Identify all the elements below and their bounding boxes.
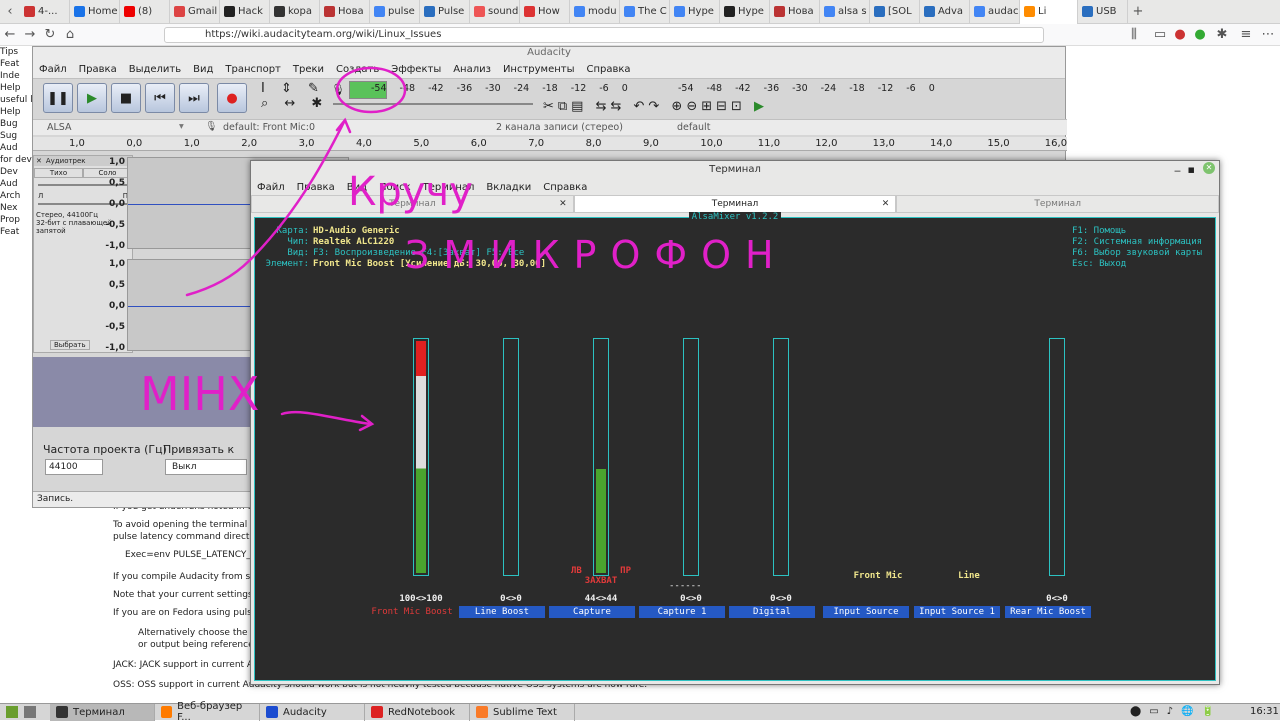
taskbar-launchers[interactable]: [0, 706, 50, 718]
taskbar-windows: Терминал Веб-браузер F... Audacity RedNoteb…: [50, 701, 575, 723]
menu-icon: [6, 706, 18, 718]
annotation-krutchu: Кручу: [348, 169, 473, 215]
taskbar-app-icon: [56, 706, 68, 718]
taskbar-item[interactable]: Веб-браузер F...: [155, 701, 260, 723]
taskbar-item-label: Терминал: [73, 706, 125, 718]
handwritten-annotations: Кручу ЗМИКРОФОН МІНХ: [140, 66, 788, 432]
show-desktop-icon: [24, 706, 36, 718]
taskbar-item[interactable]: Терминал: [50, 703, 155, 721]
taskbar: Терминал Веб-браузер F... Audacity RedNoteb…: [0, 701, 1280, 723]
taskbar-item-label: Audacity: [283, 706, 327, 718]
taskbar-item[interactable]: Sublime Text: [470, 703, 575, 721]
tray-icons[interactable]: ⬤ ▭ ♪ 🌐 🔋: [1130, 706, 1214, 717]
taskbar-app-icon: [371, 706, 383, 718]
taskbar-item[interactable]: Audacity: [260, 703, 365, 721]
arrow-to-slider: [280, 410, 375, 432]
taskbar-item-label: RedNotebook: [388, 706, 456, 718]
arrow-to-meter: [185, 118, 347, 297]
annotation-microphone: ЗМИКРОФОН: [405, 233, 788, 277]
annotation-minh: МІНХ: [140, 367, 259, 421]
taskbar-app-icon: [266, 706, 278, 718]
taskbar-item-label: Sublime Text: [493, 706, 557, 718]
circle-annotation: [335, 66, 407, 114]
clock: 16:31: [1250, 706, 1279, 717]
taskbar-app-icon: [161, 706, 173, 718]
taskbar-item[interactable]: RedNotebook: [365, 703, 470, 721]
taskbar-app-icon: [476, 706, 488, 718]
